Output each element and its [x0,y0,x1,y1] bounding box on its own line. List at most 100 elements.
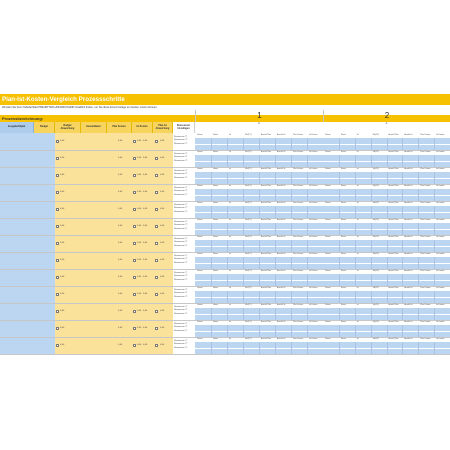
cell-divider [370,188,372,201]
row-checkbox[interactable] [155,173,158,177]
add-resource-link[interactable]: Ressourcen Ⓟ [174,211,187,214]
block-field-label: Anzahl Plan [261,184,272,187]
add-resource-link[interactable]: Ressourcen Ⓟ [174,177,187,180]
block-field-label: Ist Kosten [309,167,318,170]
row-checkbox[interactable] [155,207,158,211]
row-checkbox[interactable] [133,190,136,194]
block-field-label: Anzahl Ist [277,320,286,323]
row-checkbox[interactable] [155,190,158,194]
block-field-label: Anzahl Ist [277,218,286,221]
add-resource-link[interactable]: Ressourcen Ⓟ [174,190,187,193]
add-resource-link[interactable]: Ressourcen Ⓟ [174,245,187,248]
add-resource-link[interactable]: Ressourcen Ⓟ [174,330,187,333]
block-field-label: Ist Kosten [309,184,318,187]
add-resource-link[interactable]: Ressourcen Ⓟ [174,143,187,146]
add-resource-link[interactable]: Ressourcen Ⓟ [174,262,187,265]
block-field-label: Plan Kosten [420,286,431,289]
row-checkbox[interactable] [133,173,136,177]
add-resource-link[interactable]: Ressourcen Ⓟ [174,139,187,142]
row-cost-value: 0,00 [118,258,123,261]
row-checkbox[interactable] [133,326,136,330]
block-field-label: Anzahl Ist [277,201,286,204]
add-resource-link[interactable]: Ressourcen Ⓟ [174,309,187,312]
block-field-label: Anzahl Plan [388,320,399,323]
block-field-label: Name [340,150,346,153]
row-checkbox[interactable] [56,292,59,296]
add-resource-link[interactable]: Ressourcen Ⓟ [174,292,187,295]
row-checkbox[interactable] [56,207,59,211]
row-checkbox[interactable] [155,309,158,313]
cell-divider [418,324,419,337]
add-resource-link[interactable]: Ressourcen Ⓟ [174,224,187,227]
block-field-label: Name [340,303,346,306]
cell-divider [211,239,212,252]
row-checkbox[interactable] [56,309,59,313]
add-resource-link[interactable]: Ressourcen Ⓟ [174,194,187,197]
cell-divider [227,239,228,252]
add-resource-link[interactable]: Ressourcen Ⓟ [174,275,187,278]
add-resource-link[interactable]: Ressourcen Ⓟ [174,343,187,346]
row-checkbox[interactable] [155,326,158,330]
block-field-label: Name [340,218,346,221]
row-checkbox[interactable] [155,258,158,262]
row-diff-value: 0,00 [160,309,165,312]
cell-divider [211,290,212,303]
column-header-6: Ist Kosten [132,122,153,133]
add-resource-link[interactable]: Ressourcen Ⓟ [174,173,187,176]
row-checkbox[interactable] [155,224,158,228]
cell-divider [370,137,372,150]
block-field-label: Ist [229,184,231,187]
row-checkbox[interactable] [133,258,136,262]
row-cost-value: 0,00 [143,207,148,210]
row-checkbox[interactable] [133,156,136,160]
block-field-label: Datum [197,320,203,323]
row-checkbox[interactable] [56,224,59,228]
row-checkbox[interactable] [56,190,59,194]
row-separator [0,217,450,218]
cell-divider [418,154,419,167]
add-resource-link[interactable]: Ressourcen Ⓟ [174,296,187,299]
row-checkbox[interactable] [155,241,158,245]
add-resource-link[interactable]: Ressourcen Ⓟ [174,156,187,159]
row-checkbox[interactable] [155,156,158,160]
row-checkbox[interactable] [133,207,136,211]
block-field-label: Anzahl Ist [404,337,413,340]
row-checkbox[interactable] [56,326,59,330]
block-field-label: Anzahl Plan [261,133,272,136]
block-field-label: Plan Kosten [420,150,431,153]
row-checkbox[interactable] [56,139,59,143]
add-resource-link[interactable]: Ressourcen Ⓟ [174,228,187,231]
row-checkbox[interactable] [56,258,59,262]
row-checkbox-value: 0,00 [137,292,142,295]
row-checkbox[interactable] [133,309,136,313]
add-resource-link[interactable]: Ressourcen Ⓟ [174,258,187,261]
add-resource-link[interactable]: Ressourcen Ⓟ [174,160,187,163]
block-field-label: Datum [197,167,203,170]
cell-divider [386,341,387,354]
cell-divider [275,290,276,303]
row-checkbox[interactable] [133,275,136,279]
row-checkbox[interactable] [155,292,158,296]
add-resource-link[interactable]: Ressourcen Ⓟ [174,313,187,316]
row-checkbox[interactable] [133,241,136,245]
row-checkbox[interactable] [56,275,59,279]
row-checkbox[interactable] [133,292,136,296]
row-checkbox[interactable] [133,139,136,143]
add-resource-link[interactable]: Ressourcen Ⓟ [174,347,187,350]
row-checkbox[interactable] [133,224,136,228]
add-resource-link[interactable]: Ressourcen Ⓟ [174,326,187,329]
row-checkbox[interactable] [133,343,136,347]
add-resource-link[interactable]: Ressourcen Ⓟ [174,207,187,210]
row-checkbox[interactable] [155,275,158,279]
block-field-label: Anzahl Ist [404,252,413,255]
cell-divider [402,137,403,150]
row-checkbox[interactable] [56,241,59,245]
block-field-label: Stk(DT) [245,303,252,306]
add-resource-link[interactable]: Ressourcen Ⓟ [174,241,187,244]
row-checkbox[interactable] [56,343,59,347]
row-checkbox[interactable] [155,139,158,143]
row-checkbox[interactable] [56,156,59,160]
row-checkbox[interactable] [155,343,158,347]
add-resource-link[interactable]: Ressourcen Ⓟ [174,279,187,282]
row-checkbox[interactable] [56,173,59,177]
